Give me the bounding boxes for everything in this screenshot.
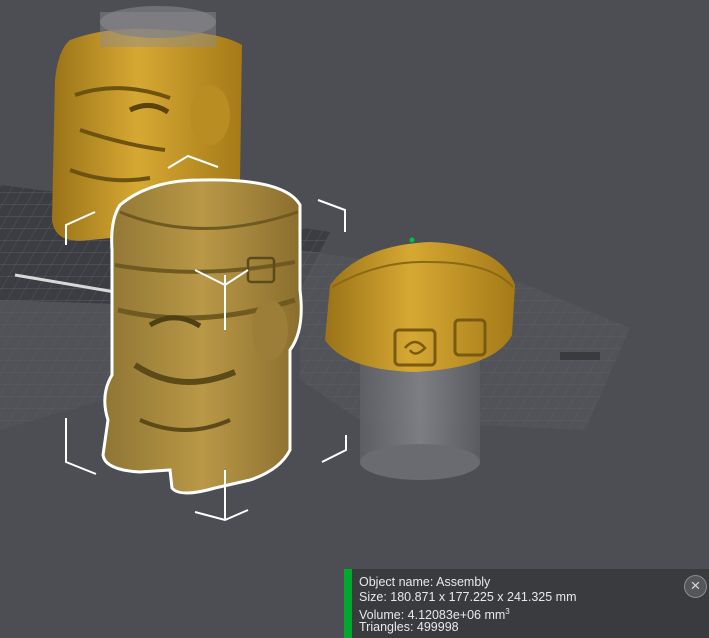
info-accent-bar bbox=[344, 569, 352, 638]
tiki-statue-selected[interactable] bbox=[101, 178, 303, 495]
object-triangles-text: Triangles: 499998 bbox=[359, 620, 459, 634]
3d-viewport[interactable] bbox=[0, 0, 709, 638]
object-name-text: Object name: Assembly bbox=[359, 575, 491, 589]
object-size-text: Size: 180.871 x 177.225 x 241.325 mm bbox=[359, 590, 577, 604]
volume-unit-exponent: 3 bbox=[505, 607, 510, 616]
close-icon[interactable]: × bbox=[684, 575, 707, 598]
tiki-lid-part[interactable] bbox=[325, 237, 515, 373]
object-info-panel: Object name: Assembly Size: 180.871 x 17… bbox=[344, 569, 709, 638]
